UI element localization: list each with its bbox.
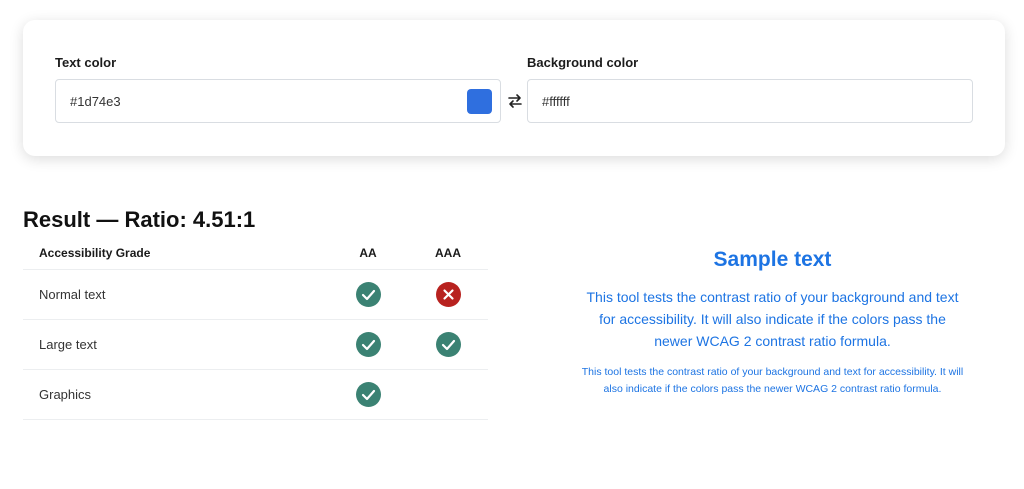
row-label: Normal text (23, 269, 328, 320)
text-color-swatch[interactable] (467, 89, 492, 114)
swap-arrows-icon (508, 94, 522, 108)
sample-large-paragraph: This tool tests the contrast ratio of yo… (586, 289, 959, 349)
background-color-input[interactable] (542, 80, 922, 122)
text-color-field[interactable] (55, 79, 501, 123)
table-header-row: Accessibility Grade AA AAA (23, 236, 488, 270)
table-row: Normal text (23, 269, 488, 320)
row-label: Large text (23, 319, 328, 370)
x-circle-icon (435, 282, 461, 307)
sample-small-paragraph: This tool tests the contrast ratio of yo… (581, 366, 964, 395)
aa-status-cell (328, 269, 408, 320)
sample-heading: Sample text (713, 248, 832, 271)
result-title: Result — Ratio: 4.51:1 (23, 207, 256, 232)
column-header-grade: Accessibility Grade (23, 236, 328, 270)
table-row: Large text (23, 319, 488, 370)
table-row: Graphics (23, 369, 488, 420)
column-header-aaa: AAA (408, 236, 488, 270)
check-circle-icon (355, 282, 381, 307)
column-header-aa: AA (328, 236, 408, 270)
text-color-input[interactable] (70, 80, 450, 122)
check-circle-icon (355, 382, 381, 407)
row-label: Graphics (23, 369, 328, 420)
aa-status-cell (328, 319, 408, 370)
check-circle-icon (435, 332, 461, 357)
background-color-label: Background color (527, 55, 639, 70)
aaa-status-cell (408, 319, 488, 370)
aaa-status-cell (408, 369, 488, 420)
accessibility-grades-table: Accessibility Grade AA AAA Normal text L… (23, 236, 488, 420)
background-color-field[interactable] (527, 79, 973, 123)
text-color-label: Text color (55, 55, 117, 70)
check-circle-icon (355, 332, 381, 357)
aa-status-cell (328, 369, 408, 420)
aaa-status-cell (408, 269, 488, 320)
sample-text-preview: Sample text This tool tests the contrast… (580, 246, 965, 398)
swap-colors-button[interactable] (505, 90, 525, 112)
